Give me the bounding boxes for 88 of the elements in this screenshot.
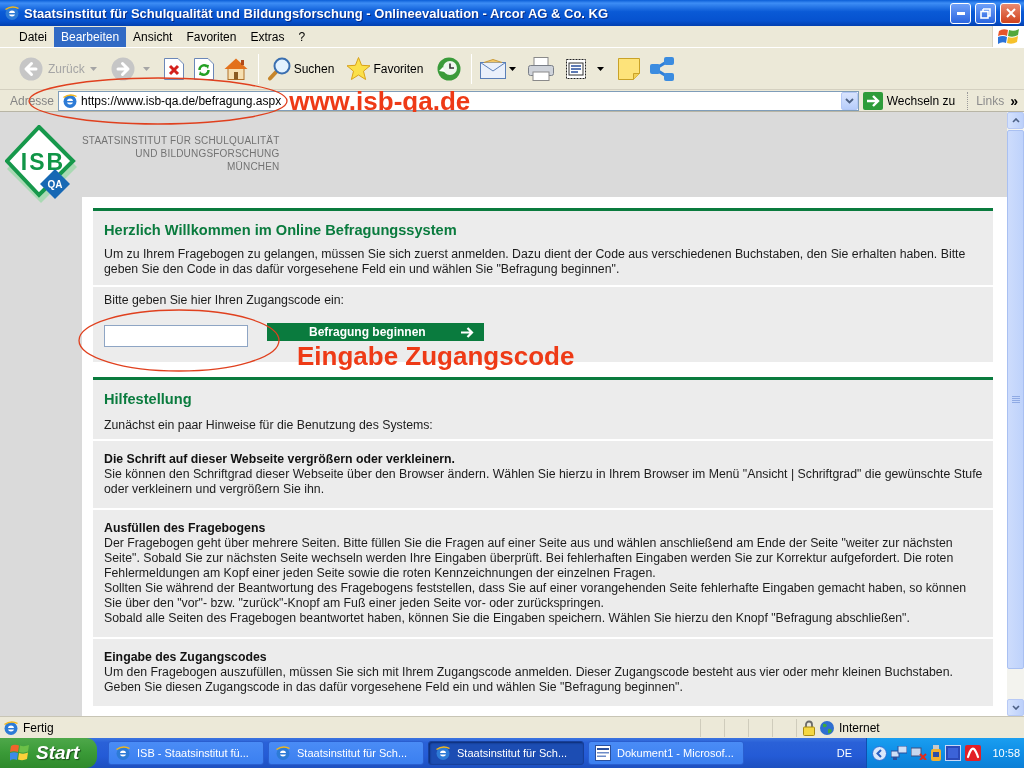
help-heading: Hilfestellung: [104, 390, 193, 408]
chevron-down-icon: [1011, 705, 1020, 710]
go-arrow-icon: [862, 91, 883, 110]
menu-item[interactable]: Ansicht: [126, 26, 180, 47]
caret-icon: [142, 66, 150, 71]
window-icon: [945, 745, 961, 761]
welcome-heading: Herzlich Willkommen im Online Befragungssystem: [104, 221, 458, 239]
arrow-right-icon: [461, 326, 474, 338]
institute-name-text: UND BILDUNGSFORSCHUNG: [135, 147, 280, 160]
windows-logo-icon: [10, 744, 30, 762]
annotation-label: Eingabe Zugangscode: [297, 343, 575, 369]
menu-item[interactable]: Favoriten: [179, 26, 244, 47]
stop-icon: [163, 57, 184, 80]
caret-icon: [597, 66, 605, 71]
section-text: Der Fragebogen geht über mehrere Seiten. Bitte füllen Sie die Fragen auf einer Seite aus und wählen anschließend am Ende der Seite "weiter zur nächsten Seite". Sobald Sie zur nächsten Seite wechseln werden Ihre Eingaben überprüft. Bei fehlerhaften Eingaben werden Sie zur Korrektur aufgefordert. Die roten Fehlermeldungen am Kopf einer jeden Seite sowie die roten Kennzeichnungen der einzelnen Fragen.: [104, 536, 955, 581]
help-intro-text: Zunächst ein paar Hinweise für die Benutzung des Systems:: [104, 418, 434, 433]
menu-item[interactable]: ?: [291, 26, 313, 47]
taskbar-button[interactable]: Staatsinstitut für Sch...: [268, 741, 424, 765]
menu-item[interactable]: Bearbeiten: [54, 26, 127, 47]
address-dropdown-button[interactable]: [840, 91, 858, 110]
browser-icon: [62, 92, 79, 109]
document-icon: [566, 58, 587, 79]
status-text: Fertig: [23, 720, 55, 735]
caret-icon: [89, 66, 97, 71]
window-title: Staatsinstitut für Schulqualität und Bildungsforschung - Onlineevaluation - Arcor AG & Co. KG: [24, 5, 610, 21]
browser-icon: [115, 745, 131, 761]
institute-name-text: STAATSINSTITUT FÜR SCHULQUALITÄT: [82, 134, 280, 147]
start-button[interactable]: Start: [0, 738, 97, 768]
chevron-up-icon: [1011, 118, 1020, 123]
institute-name-text: MÜNCHEN: [227, 160, 280, 173]
links-more-button[interactable]: »: [1008, 91, 1020, 110]
note-icon: [618, 57, 641, 80]
section-title: Ausfüllen des Fragebogens: [104, 521, 267, 536]
close-button[interactable]: [1000, 2, 1021, 24]
envelope-icon: [480, 58, 507, 79]
browser-icon: [275, 745, 291, 761]
document-icon: [595, 745, 611, 761]
section-text: Sobald alle Seiten des Fragebogen beantwortet haben, können Sie die Eingaben speichern. Wählen Sie hierzu den Knopf "Befragung abschließen".: [104, 611, 911, 626]
chevron-down-icon: [844, 97, 854, 104]
caret-icon: [509, 66, 517, 71]
disconnected-monitor-icon: [911, 746, 927, 760]
section-text: Um den Fragebogen auszufüllen, müssen Sie sich mit Ihrem Zugangscode anmelden. Dieser Zugangscode besteht aus vier oder mehr kleinen Buchstaben. Geben Sie diesen Zugangscode in das dafür vorgesehene Feld ein und wählen Sie "Befragung beginnen".: [104, 665, 954, 695]
search-button[interactable]: Suchen: [262, 51, 339, 86]
browser-icon: [4, 5, 20, 21]
menu-item[interactable]: Extras: [243, 26, 292, 47]
zone-text: Internet: [839, 720, 880, 735]
padlock-icon: [803, 719, 815, 736]
prompt-label: Bitte geben Sie hier Ihren Zugangscode ein:: [104, 293, 345, 308]
antivirus-icon: [965, 745, 981, 761]
restore-icon: [980, 7, 991, 19]
grip-icon: [1011, 396, 1020, 403]
globe-icon: [820, 720, 834, 735]
url-text: https://www.isb-qa.de/befragung.aspx: [81, 93, 282, 108]
chevron-left-icon: [872, 745, 887, 761]
network-icon: [891, 746, 907, 760]
go-button[interactable]: Wechseln zu: [858, 90, 962, 111]
access-code-field[interactable]: [104, 325, 248, 347]
star-icon: [346, 56, 372, 81]
search-icon: [266, 56, 291, 81]
browser-icon: [3, 719, 19, 736]
close-icon: [1005, 8, 1016, 18]
section-title: Eingabe des Zugangscodes: [104, 650, 268, 665]
clock-text: 10:58: [992, 747, 1020, 759]
taskbar-button[interactable]: Staatsinstitut für Sch...: [428, 741, 584, 765]
annotation-label: www.isb-qa.de: [289, 91, 471, 110]
minimize-icon: [956, 11, 965, 15]
browser-icon: [435, 745, 451, 761]
intro-text: Um zu Ihrem Fragebogen zu gelangen, müssen Sie sich zuerst anmelden. Dazu dient der Code aus verschiedenen Buchstaben, den Sie erhalten haben. Bitte geben Sie den Code in das dafür vorgesehene Feld ein und wählen Sie "Befragung beginnen".: [104, 247, 967, 277]
scroll-up-button[interactable]: [1007, 112, 1024, 129]
section-title: Die Schrift auf dieser Webseite vergrößern oder verkleinern.: [104, 452, 457, 467]
history-icon: [437, 56, 462, 81]
network-nodes-icon: [650, 56, 675, 81]
favorites-button[interactable]: Favoriten: [342, 51, 428, 86]
minimize-button[interactable]: [950, 2, 971, 24]
address-field[interactable]: https://www.isb-qa.de/befragung.aspx www.isb-qa.de: [58, 90, 859, 111]
scroll-down-button[interactable]: [1007, 699, 1024, 716]
home-icon: [223, 57, 248, 80]
section-text: Sie können den Schriftgrad dieser Webseite über den Browser ändern. Wählen Sie hierzu in Ihrem Browser im Menü "Ansicht | Schriftgrad" die gewünschte Stufe oder verkleinern und vergrößern Sie ihn.: [104, 467, 984, 497]
taskbar-button[interactable]: Dokument1 - Microsof...: [588, 741, 744, 765]
refresh-icon: [193, 57, 214, 80]
start-survey-button[interactable]: Befragung beginnen: [267, 323, 484, 341]
restore-button[interactable]: [975, 2, 996, 24]
usb-device-icon: [931, 745, 941, 761]
section-text: Sollten Sie während der Beantwortung des Fragebogens feststellen, dass Sie auf einer vorangehenden Seite fehlerhafte Eingaben gemacht haben, so können Sie über den "vor"- bzw. "zurück"-Knopf am Fuß einer jeden Seite vor- oder zurückspringen.: [104, 581, 968, 611]
language-indicator[interactable]: DE: [836, 747, 852, 759]
menu-item[interactable]: Datei: [12, 26, 54, 47]
taskbar-button[interactable]: ISB - Staatsinstitut fü...: [108, 741, 264, 765]
printer-icon: [528, 56, 555, 81]
